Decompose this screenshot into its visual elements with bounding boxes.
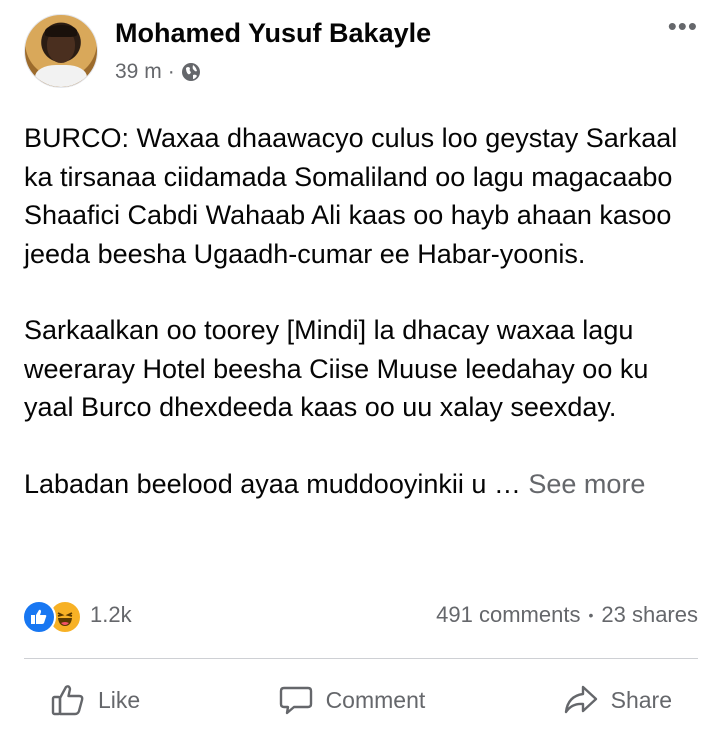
divider	[24, 658, 698, 659]
see-more-link[interactable]: See more	[528, 469, 645, 499]
comment-icon	[279, 686, 312, 715]
post-header: Mohamed Yusuf Bakayle 39 m · •••	[24, 13, 704, 94]
engagement-stats: 491 comments • 23 shares	[436, 602, 698, 628]
action-bar: Like Comment Share	[24, 676, 698, 724]
avatar-shirt	[35, 65, 87, 87]
post-paragraph-3: Labadan beelood ayaa muddooyinkii u … Se…	[24, 465, 704, 504]
post-paragraph-3-text: Labadan beelood ayaa muddooyinkii u …	[24, 468, 521, 499]
post-paragraph-2: Sarkaalkan oo toorey [Mindi] la dhacay w…	[24, 315, 649, 422]
like-button[interactable]: Like	[24, 678, 166, 722]
globe-icon	[181, 63, 200, 81]
stats-dot: •	[588, 607, 594, 623]
meta-separator: ·	[167, 60, 175, 83]
shares-count[interactable]: 23 shares	[601, 602, 698, 628]
author-name[interactable]: Mohamed Yusuf Bakayle	[115, 18, 431, 49]
share-icon	[564, 685, 597, 714]
comment-button[interactable]: Comment	[252, 678, 452, 722]
post-body: BURCO: Waxaa dhaawacyo culus loo geystay…	[24, 119, 704, 503]
share-button[interactable]: Share	[537, 678, 698, 722]
reaction-icons[interactable]	[22, 598, 84, 634]
comments-count[interactable]: 491 comments	[436, 602, 580, 628]
comment-label: Comment	[325, 686, 426, 713]
avatar[interactable]	[24, 14, 98, 88]
reaction-count[interactable]: 1.2k	[90, 602, 132, 628]
share-label: Share	[610, 686, 672, 713]
avatar-hair	[45, 25, 77, 37]
like-label: Like	[98, 686, 141, 713]
more-options-icon[interactable]: •••	[668, 13, 698, 39]
post-time[interactable]: 39 m	[115, 60, 162, 84]
post-meta: 39 m ·	[115, 60, 201, 84]
like-reaction-icon	[22, 600, 56, 634]
post-paragraph-1: BURCO: Waxaa dhaawacyo culus loo geystay…	[24, 123, 678, 269]
reactions-bar: 1.2k 491 comments • 23 shares	[22, 598, 698, 634]
thumbs-up-icon	[51, 685, 84, 716]
